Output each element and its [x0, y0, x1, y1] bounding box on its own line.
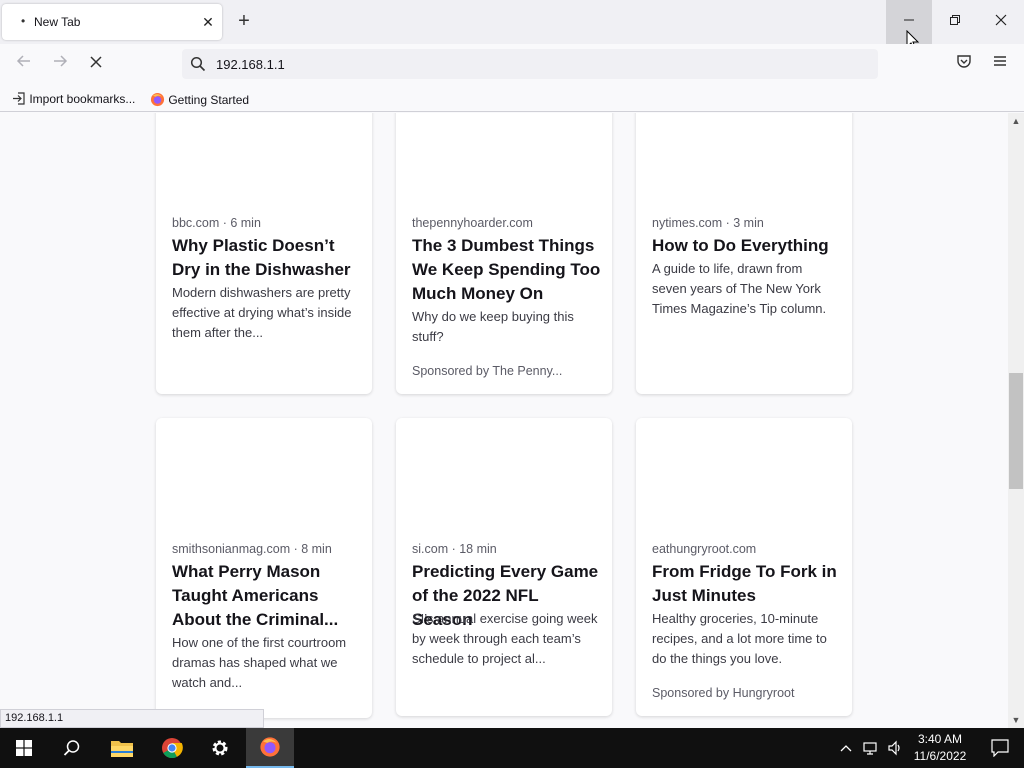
- card-description: Modern dishwashers are pretty effective …: [172, 285, 352, 340]
- menu-button[interactable]: [988, 53, 1012, 77]
- pocket-icon: [957, 55, 971, 68]
- taskbar-clock-time[interactable]: 3:40 AM: [912, 732, 968, 746]
- gear-icon: [212, 740, 228, 756]
- taskbar-chrome[interactable]: [148, 728, 196, 768]
- folder-icon: [111, 741, 133, 757]
- tray-network[interactable]: [860, 728, 882, 768]
- action-center-button[interactable]: [976, 728, 1024, 768]
- navigation-bar: 192.168.1.1: [0, 44, 1024, 86]
- card-description: Healthy groceries, 10-minute recipes, an…: [652, 611, 827, 666]
- card-source: eathungryroot.com: [652, 542, 757, 556]
- stop-loading-button[interactable]: [84, 53, 108, 77]
- card-title: What Perry Mason Taught Americans About …: [172, 562, 339, 629]
- story-card[interactable]: nytimes.com · 3 min How to Do Everything…: [636, 113, 852, 394]
- pocket-button[interactable]: [952, 53, 976, 77]
- card-sponsor: Sponsored by Hungryroot: [652, 686, 795, 700]
- card-title: The 3 Dumbest Things We Keep Spending To…: [412, 236, 601, 303]
- import-icon: [13, 92, 25, 105]
- status-url-tooltip: 192.168.1.1: [0, 709, 264, 728]
- bookmarks-bar: Import bookmarks... Getting Started: [0, 86, 1024, 112]
- tab-close-icon[interactable]: ✕: [198, 12, 218, 32]
- page-scrollbar[interactable]: ▲ ▼: [1008, 113, 1024, 728]
- firefox-icon: [150, 92, 165, 107]
- minimize-icon: [904, 19, 914, 21]
- scroll-thumb[interactable]: [1009, 373, 1023, 489]
- search-icon: [63, 740, 80, 756]
- taskbar-firefox[interactable]: [246, 728, 294, 768]
- taskbar-settings[interactable]: [196, 728, 244, 768]
- forward-button[interactable]: [48, 53, 72, 77]
- new-tab-page: bbc.com · 6 min Why Plastic Doesn’t Dry …: [0, 113, 1008, 728]
- start-button[interactable]: [0, 728, 48, 768]
- back-button[interactable]: [12, 53, 36, 77]
- url-bar[interactable]: 192.168.1.1: [182, 49, 878, 79]
- url-text: 192.168.1.1: [216, 57, 285, 72]
- bookmark-import[interactable]: Import bookmarks...: [12, 92, 135, 106]
- back-arrow-icon: [16, 55, 30, 67]
- network-icon: [863, 742, 877, 755]
- hamburger-menu-icon: [994, 56, 1006, 66]
- story-card[interactable]: si.com · 18 min Predicting Every Game of…: [396, 418, 612, 716]
- story-card[interactable]: eathungryroot.com From Fridge To Fork in…: [636, 418, 852, 716]
- close-icon: [995, 14, 1007, 26]
- card-description: Why do we keep buying this stuff?: [412, 309, 574, 344]
- card-source: thepennyhoarder.com: [412, 216, 533, 230]
- tab-bar: • New Tab ✕ +: [0, 0, 1024, 51]
- card-title: Why Plastic Doesn’t Dry in the Dishwashe…: [172, 236, 351, 279]
- close-window-button[interactable]: [978, 0, 1024, 44]
- tab-title: New Tab: [34, 15, 81, 29]
- taskbar-search-button[interactable]: [48, 728, 96, 768]
- bookmark-getting-started-label: Getting Started: [168, 93, 250, 107]
- windows-taskbar: 3:40 AM 11/6/2022: [0, 728, 1024, 768]
- tray-overflow-chevron[interactable]: [836, 728, 856, 768]
- card-source: bbc.com · 6 min: [172, 216, 261, 230]
- scroll-down-arrow-icon[interactable]: ▼: [1008, 712, 1024, 728]
- story-card[interactable]: thepennyhoarder.com The 3 Dumbest Things…: [396, 113, 612, 394]
- card-source: smithsonianmag.com · 8 min: [172, 542, 332, 556]
- tab-new-tab[interactable]: • New Tab ✕: [2, 4, 222, 40]
- restore-icon: [950, 15, 960, 25]
- card-source: si.com · 18 min: [412, 542, 497, 556]
- card-source: nytimes.com · 3 min: [652, 216, 764, 230]
- stop-icon: [90, 56, 102, 68]
- story-card[interactable]: smithsonianmag.com · 8 min What Perry Ma…: [156, 418, 372, 718]
- new-tab-button[interactable]: +: [232, 10, 256, 34]
- search-icon: [190, 56, 206, 72]
- card-title: How to Do Everything: [652, 236, 829, 255]
- bookmark-getting-started[interactable]: Getting Started: [150, 92, 249, 107]
- bookmark-import-label: Import bookmarks...: [29, 92, 136, 106]
- scroll-up-arrow-icon[interactable]: ▲: [1008, 113, 1024, 129]
- restore-button[interactable]: [932, 0, 978, 44]
- notification-icon: [991, 739, 1009, 757]
- tray-volume[interactable]: [884, 728, 906, 768]
- chevron-up-icon: [840, 745, 852, 752]
- volume-icon: [888, 740, 900, 756]
- chrome-icon: [162, 738, 183, 759]
- story-card[interactable]: bbc.com · 6 min Why Plastic Doesn’t Dry …: [156, 113, 372, 394]
- firefox-icon: [260, 737, 280, 757]
- forward-arrow-icon: [54, 55, 68, 67]
- card-description: A guide to life, drawn from seven years …: [652, 261, 827, 316]
- taskbar-file-explorer[interactable]: [98, 728, 146, 768]
- card-sponsor: Sponsored by The Penny...: [412, 364, 563, 378]
- windows-logo-icon: [16, 740, 32, 756]
- card-description: SI’s annual exercise going week by week …: [412, 611, 598, 666]
- taskbar-clock-date[interactable]: 11/6/2022: [908, 749, 972, 763]
- card-description: How one of the first courtroom dramas ha…: [172, 635, 347, 690]
- tab-loading-dot-icon: •: [21, 14, 26, 28]
- card-title: From Fridge To Fork in Just Minutes: [652, 562, 837, 605]
